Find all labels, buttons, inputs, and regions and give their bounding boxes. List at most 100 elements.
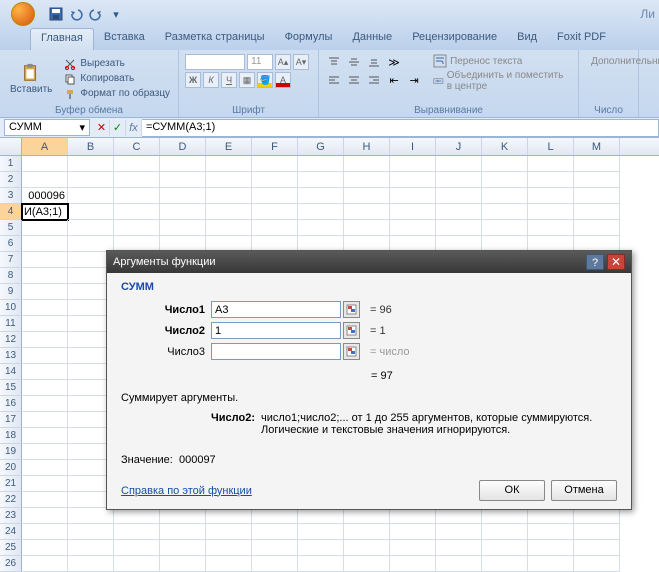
col-header[interactable]: F (252, 138, 298, 155)
cell[interactable] (482, 188, 528, 204)
row-header[interactable]: 20 (0, 460, 22, 476)
arg1-input[interactable] (211, 301, 341, 318)
cell[interactable] (344, 540, 390, 556)
cell[interactable] (482, 508, 528, 524)
col-header[interactable]: J (436, 138, 482, 155)
col-header[interactable]: K (482, 138, 528, 155)
cell[interactable] (436, 524, 482, 540)
cell[interactable] (22, 460, 68, 476)
merge-button[interactable]: Объединить и поместить в центре (429, 70, 572, 92)
cell[interactable] (252, 188, 298, 204)
align-left-icon[interactable] (325, 72, 343, 88)
indent-increase-icon[interactable]: ⇥ (405, 72, 423, 88)
row-header[interactable]: 13 (0, 348, 22, 364)
dialog-close-icon[interactable]: ✕ (607, 254, 625, 270)
cell[interactable] (22, 540, 68, 556)
cell[interactable] (114, 540, 160, 556)
cell[interactable] (22, 556, 68, 572)
cell[interactable] (344, 188, 390, 204)
align-center-icon[interactable] (345, 72, 363, 88)
cell[interactable] (298, 508, 344, 524)
formula-input[interactable]: =СУММ(A3;1) (142, 119, 659, 137)
cell[interactable] (68, 540, 114, 556)
cell[interactable] (528, 524, 574, 540)
cell[interactable] (436, 540, 482, 556)
cell[interactable] (390, 220, 436, 236)
cell[interactable] (390, 524, 436, 540)
select-all-corner[interactable] (0, 138, 22, 155)
cell[interactable] (68, 508, 114, 524)
cell[interactable] (252, 540, 298, 556)
cell[interactable] (22, 428, 68, 444)
cell[interactable] (206, 220, 252, 236)
row-header[interactable]: 15 (0, 380, 22, 396)
tab-home[interactable]: Главная (30, 28, 94, 50)
row-header[interactable]: 24 (0, 524, 22, 540)
shrink-font-icon[interactable]: A▾ (293, 54, 309, 70)
row-header[interactable]: 7 (0, 252, 22, 268)
dialog-titlebar[interactable]: Аргументы функции ? ✕ (107, 251, 631, 273)
cell[interactable]: И(A3;1) (22, 204, 68, 220)
row-header[interactable]: 8 (0, 268, 22, 284)
underline-icon[interactable]: Ч (221, 72, 237, 88)
cell[interactable] (160, 220, 206, 236)
cell[interactable] (22, 380, 68, 396)
align-right-icon[interactable] (365, 72, 383, 88)
help-link[interactable]: Справка по этой функции (121, 485, 252, 497)
align-top-icon[interactable] (325, 54, 343, 70)
cell[interactable] (22, 348, 68, 364)
cell[interactable] (160, 556, 206, 572)
paste-button[interactable]: Вставить (6, 52, 56, 105)
cancel-formula-icon[interactable]: ✕ (94, 120, 110, 136)
col-header[interactable]: B (68, 138, 114, 155)
redo-icon[interactable] (88, 6, 104, 22)
cell[interactable] (436, 204, 482, 220)
row-header[interactable]: 4 (0, 204, 22, 220)
cell[interactable] (390, 156, 436, 172)
cell[interactable] (114, 556, 160, 572)
cell[interactable] (528, 540, 574, 556)
col-header[interactable]: I (390, 138, 436, 155)
cell[interactable] (390, 556, 436, 572)
cell[interactable] (298, 188, 344, 204)
row-header[interactable]: 3 (0, 188, 22, 204)
cell[interactable] (22, 300, 68, 316)
col-header[interactable]: L (528, 138, 574, 155)
cell[interactable] (298, 204, 344, 220)
cell[interactable] (114, 508, 160, 524)
cell[interactable] (206, 204, 252, 220)
cell[interactable] (114, 172, 160, 188)
collapse-icon[interactable] (343, 343, 360, 360)
save-icon[interactable] (48, 6, 64, 22)
row-header[interactable]: 18 (0, 428, 22, 444)
cell[interactable] (252, 220, 298, 236)
cell[interactable] (114, 204, 160, 220)
cell[interactable] (574, 204, 620, 220)
cell[interactable] (344, 204, 390, 220)
cell[interactable] (436, 188, 482, 204)
row-header[interactable]: 5 (0, 220, 22, 236)
cell[interactable] (22, 236, 68, 252)
cell[interactable] (206, 172, 252, 188)
copy-button[interactable]: Копировать (62, 72, 172, 86)
cell[interactable] (344, 556, 390, 572)
grow-font-icon[interactable]: A▴ (275, 54, 291, 70)
cancel-button[interactable]: Отмена (551, 480, 617, 501)
cell[interactable] (344, 508, 390, 524)
office-button[interactable] (4, 0, 42, 28)
row-header[interactable]: 22 (0, 492, 22, 508)
cell[interactable] (482, 524, 528, 540)
indent-decrease-icon[interactable]: ⇤ (385, 72, 403, 88)
cell[interactable] (436, 156, 482, 172)
cell[interactable] (22, 412, 68, 428)
cell[interactable] (160, 508, 206, 524)
collapse-icon[interactable] (343, 322, 360, 339)
cell[interactable] (22, 364, 68, 380)
row-header[interactable]: 17 (0, 412, 22, 428)
tab-review[interactable]: Рецензирование (402, 28, 507, 50)
cell[interactable] (436, 172, 482, 188)
cell[interactable] (22, 396, 68, 412)
bold-icon[interactable]: Ж (185, 72, 201, 88)
cell[interactable] (22, 252, 68, 268)
cell[interactable] (436, 508, 482, 524)
